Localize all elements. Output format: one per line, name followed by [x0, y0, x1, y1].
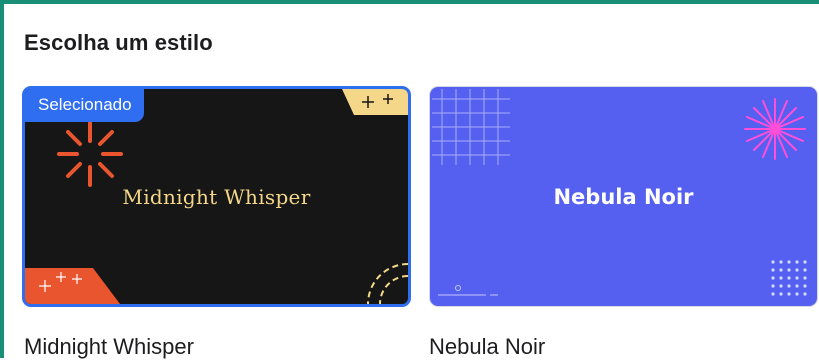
selected-badge: Selecionado: [25, 89, 144, 122]
corner-sparkle-orange-icon: [25, 268, 120, 304]
style-name-midnight-whisper[interactable]: Midnight Whisper: [24, 334, 194, 360]
preview-title: Nebula Noir: [553, 185, 694, 209]
dot-matrix-icon: [771, 260, 807, 296]
style-name-nebula-noir[interactable]: Nebula Noir: [429, 334, 545, 360]
starburst-pink-icon: [744, 98, 806, 160]
style-card-midnight-whisper[interactable]: Selecionado Midnight Whisper: [22, 86, 411, 307]
dashed-arcs-icon: [367, 263, 408, 304]
circle-line-icon: [438, 285, 498, 296]
sunburst-orange-icon: [57, 121, 123, 187]
grid-pattern-icon: [432, 89, 510, 165]
style-card-nebula-noir[interactable]: Nebula Noir: [429, 86, 818, 307]
preview-title: Midnight Whisper: [122, 185, 311, 209]
style-picker-panel: Escolha um estilo Selecionado Midnight W…: [0, 0, 819, 360]
corner-sparkle-yellow-icon: [342, 89, 408, 115]
section-title: Escolha um estilo: [24, 30, 213, 55]
